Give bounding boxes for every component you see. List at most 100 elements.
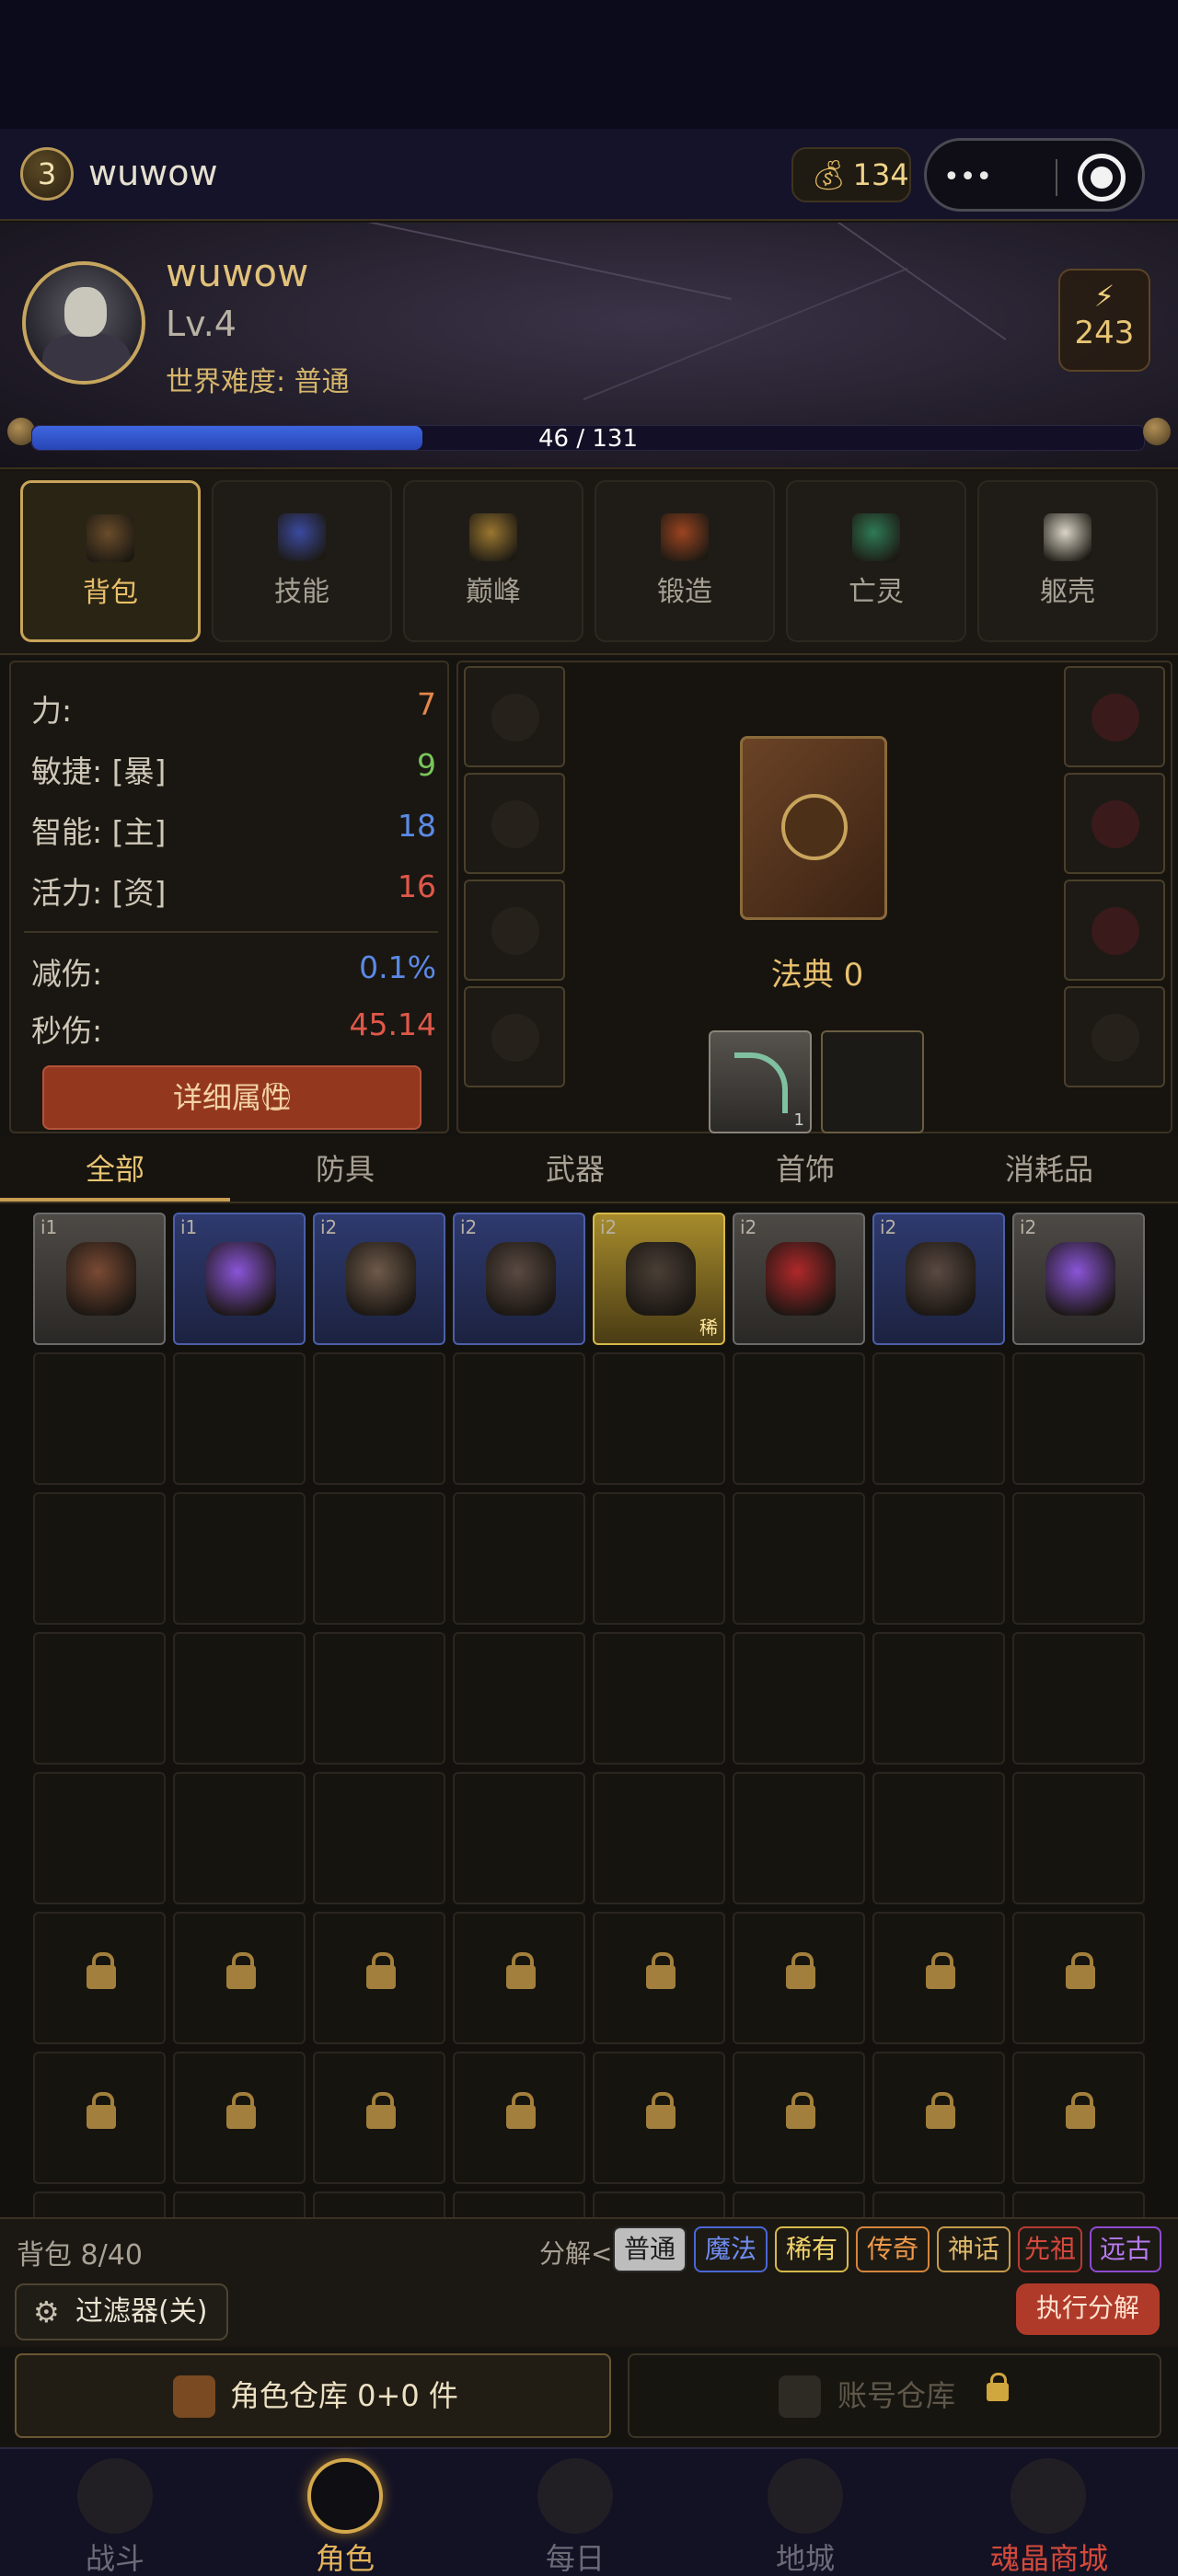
locked-slot[interactable] bbox=[593, 2052, 725, 2184]
detail-attributes-button[interactable]: 详细属性⃝ bbox=[42, 1065, 422, 1130]
locked-slot[interactable] bbox=[453, 1912, 585, 2044]
locked-slot[interactable] bbox=[313, 2052, 445, 2184]
locked-slot[interactable] bbox=[173, 1912, 306, 2044]
empty-slot[interactable] bbox=[33, 1492, 166, 1625]
salvage-rarity-button[interactable]: 稀有 bbox=[775, 2226, 849, 2272]
locked-slot[interactable] bbox=[313, 2191, 445, 2217]
nav-dungeon[interactable]: 地城 bbox=[690, 2449, 920, 2576]
salvage-rarity-button[interactable]: 普通 bbox=[613, 2226, 687, 2272]
locked-slot[interactable] bbox=[733, 2052, 865, 2184]
locked-slot[interactable] bbox=[33, 2052, 166, 2184]
empty-slot[interactable] bbox=[173, 1772, 306, 1904]
empty-slot[interactable] bbox=[872, 1772, 1005, 1904]
execute-salvage-button[interactable]: 执行分解 bbox=[1016, 2283, 1160, 2335]
tab-consumables[interactable]: 消耗品 bbox=[920, 1137, 1178, 1202]
empty-slot[interactable] bbox=[33, 1352, 166, 1485]
weapon-slot-offhand[interactable] bbox=[821, 1030, 924, 1133]
salvage-rarity-button[interactable]: 神话 bbox=[937, 2226, 1011, 2272]
equip-slot-helm[interactable] bbox=[464, 773, 565, 874]
empty-slot[interactable] bbox=[173, 1352, 306, 1485]
equip-slot-ring[interactable] bbox=[1064, 666, 1165, 767]
locked-slot[interactable] bbox=[1012, 2052, 1145, 2184]
empty-slot[interactable] bbox=[453, 1492, 585, 1625]
inventory-item[interactable]: i2 bbox=[1012, 1213, 1145, 1345]
tab-jewelry[interactable]: 首饰 bbox=[690, 1137, 920, 1202]
inventory-item[interactable]: i2 bbox=[313, 1213, 445, 1345]
gold-counter[interactable]: 💰︎ 134 bbox=[791, 147, 911, 202]
salvage-rarity-button[interactable]: 传奇 bbox=[856, 2226, 930, 2272]
locked-slot[interactable] bbox=[593, 1912, 725, 2044]
inventory-item[interactable]: i1 bbox=[33, 1213, 166, 1345]
equip-slot-ring-3[interactable] bbox=[1064, 880, 1165, 981]
tab-weapons[interactable]: 武器 bbox=[460, 1137, 690, 1202]
account-stash-button[interactable]: 账号仓库 bbox=[628, 2353, 1161, 2438]
empty-slot[interactable] bbox=[593, 1772, 725, 1904]
empty-slot[interactable] bbox=[1012, 1492, 1145, 1625]
empty-slot[interactable] bbox=[313, 1352, 445, 1485]
locked-slot[interactable] bbox=[33, 1912, 166, 2044]
salvage-label[interactable]: 分解< bbox=[539, 2234, 612, 2271]
close-target-icon[interactable] bbox=[1078, 154, 1126, 201]
empty-slot[interactable] bbox=[593, 1352, 725, 1485]
equip-slot-ring-2[interactable] bbox=[1064, 773, 1165, 874]
locked-slot[interactable] bbox=[872, 1912, 1005, 2044]
tab-forge[interactable]: 锻造 bbox=[595, 480, 775, 642]
locked-slot[interactable] bbox=[173, 2052, 306, 2184]
empty-slot[interactable] bbox=[733, 1772, 865, 1904]
tab-husk[interactable]: 躯壳 bbox=[977, 480, 1158, 642]
empty-slot[interactable] bbox=[733, 1492, 865, 1625]
filter-toggle-button[interactable]: ⚙︎ 过滤器(关) bbox=[15, 2283, 228, 2340]
nav-battle[interactable]: 战斗 bbox=[0, 2449, 230, 2576]
locked-slot[interactable] bbox=[33, 2191, 166, 2217]
character-stash-button[interactable]: 角色仓库 0+0 件 bbox=[15, 2353, 611, 2438]
locked-slot[interactable] bbox=[1012, 1912, 1145, 2044]
locked-slot[interactable] bbox=[872, 2052, 1005, 2184]
tab-undead[interactable]: 亡灵 bbox=[786, 480, 966, 642]
empty-slot[interactable] bbox=[313, 1492, 445, 1625]
equip-slot-chest[interactable] bbox=[464, 986, 565, 1087]
locked-slot[interactable] bbox=[593, 2191, 725, 2217]
equip-slot-gloves[interactable] bbox=[464, 880, 565, 981]
nav-character[interactable]: 角色 bbox=[230, 2449, 460, 2576]
tab-backpack[interactable]: 背包 bbox=[20, 480, 201, 642]
equip-slot-boots[interactable] bbox=[1064, 986, 1165, 1087]
empty-slot[interactable] bbox=[733, 1632, 865, 1765]
avatar[interactable] bbox=[22, 261, 145, 385]
tab-all[interactable]: 全部 bbox=[0, 1137, 230, 1202]
locked-slot[interactable] bbox=[733, 2191, 865, 2217]
empty-slot[interactable] bbox=[872, 1352, 1005, 1485]
inventory-item[interactable]: i2 bbox=[872, 1213, 1005, 1345]
empty-slot[interactable] bbox=[313, 1772, 445, 1904]
salvage-rarity-button[interactable]: 魔法 bbox=[694, 2226, 768, 2272]
locked-slot[interactable] bbox=[313, 1912, 445, 2044]
locked-slot[interactable] bbox=[733, 1912, 865, 2044]
nav-soul-shop[interactable]: 魂晶商城 bbox=[920, 2449, 1178, 2576]
locked-slot[interactable] bbox=[1012, 2191, 1145, 2217]
locked-slot[interactable] bbox=[453, 2052, 585, 2184]
empty-slot[interactable] bbox=[872, 1632, 1005, 1765]
locked-slot[interactable] bbox=[453, 2191, 585, 2217]
salvage-rarity-button[interactable]: 远古 bbox=[1090, 2226, 1161, 2272]
tab-armor[interactable]: 防具 bbox=[230, 1137, 460, 1202]
inventory-item[interactable]: i2 bbox=[733, 1213, 865, 1345]
salvage-rarity-button[interactable]: 先祖 bbox=[1018, 2226, 1082, 2272]
locked-slot[interactable] bbox=[173, 2191, 306, 2217]
equip-slot-amulet[interactable] bbox=[464, 666, 565, 767]
empty-slot[interactable] bbox=[593, 1632, 725, 1765]
empty-slot[interactable] bbox=[453, 1352, 585, 1485]
inventory-item[interactable]: i1 bbox=[173, 1213, 306, 1345]
empty-slot[interactable] bbox=[173, 1632, 306, 1765]
more-menu-button[interactable]: ••• bbox=[943, 157, 1056, 198]
empty-slot[interactable] bbox=[1012, 1352, 1145, 1485]
empty-slot[interactable] bbox=[453, 1772, 585, 1904]
empty-slot[interactable] bbox=[173, 1492, 306, 1625]
inventory-item[interactable]: i2 稀 bbox=[593, 1213, 725, 1345]
empty-slot[interactable] bbox=[453, 1632, 585, 1765]
empty-slot[interactable] bbox=[872, 1492, 1005, 1625]
inventory-item[interactable]: i2 bbox=[453, 1213, 585, 1345]
empty-slot[interactable] bbox=[1012, 1632, 1145, 1765]
tab-paragon[interactable]: 巅峰 bbox=[403, 480, 583, 642]
empty-slot[interactable] bbox=[1012, 1772, 1145, 1904]
nav-daily[interactable]: 每日 bbox=[460, 2449, 690, 2576]
tab-skills[interactable]: 技能 bbox=[212, 480, 392, 642]
